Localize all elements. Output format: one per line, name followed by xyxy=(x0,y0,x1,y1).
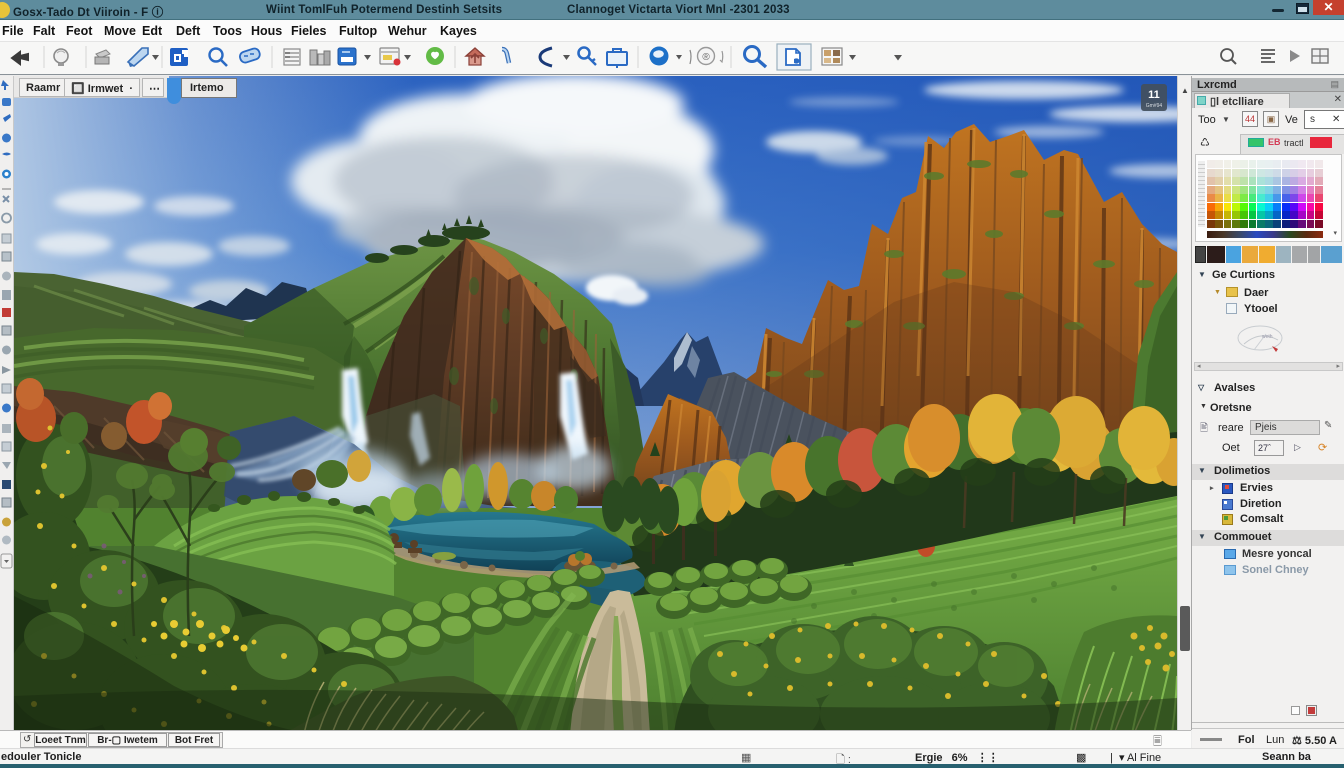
svg-text:Gm#94: Gm#94 xyxy=(1146,103,1163,109)
svg-text:®: ® xyxy=(702,52,710,63)
svg-text:11: 11 xyxy=(1148,89,1160,101)
svg-text:weth: weth xyxy=(1262,334,1273,340)
